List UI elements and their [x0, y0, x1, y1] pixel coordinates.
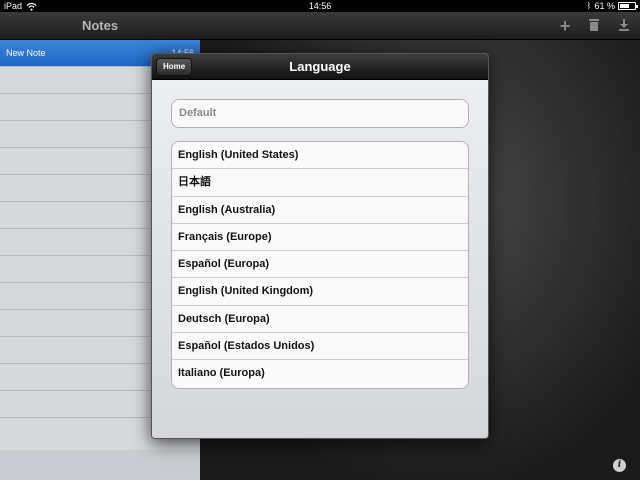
status-bar: iPad 14:56 ᛒ 61 %: [0, 0, 640, 12]
popover-header: Language Home: [152, 54, 488, 80]
trash-icon[interactable]: [586, 18, 602, 35]
bluetooth-icon: ᛒ: [586, 1, 592, 10]
language-popover: Language Home Default English (United St…: [151, 53, 489, 439]
language-item[interactable]: 日本語: [172, 169, 468, 197]
info-icon[interactable]: i: [613, 459, 626, 472]
home-button[interactable]: Home: [156, 58, 193, 76]
language-item[interactable]: Deutsch (Europa): [172, 306, 468, 334]
download-icon[interactable]: [616, 18, 632, 35]
note-title: New Note: [6, 48, 46, 58]
language-item[interactable]: English (United States): [172, 142, 468, 170]
battery-percent: 61 %: [594, 1, 615, 11]
notes-title: Notes: [81, 18, 119, 33]
language-item[interactable]: English (United Kingdom): [172, 278, 468, 306]
language-list: English (United States) 日本語 English (Aus…: [171, 141, 469, 389]
default-language-field[interactable]: Default: [171, 99, 469, 128]
battery-icon: [618, 2, 638, 10]
detail-nav-bar: +: [200, 12, 640, 40]
language-item[interactable]: English (Australia): [172, 197, 468, 224]
language-item[interactable]: Italiano (Europa): [172, 360, 468, 387]
language-item[interactable]: Español (Estados Unidos): [172, 333, 468, 361]
notes-nav-bar: Notes: [0, 12, 200, 40]
language-item[interactable]: Français (Europe): [172, 224, 468, 252]
language-item[interactable]: Español (Europa): [172, 251, 468, 279]
popover-body: Default English (United States) 日本語 Engl…: [152, 80, 488, 438]
add-icon[interactable]: +: [557, 17, 573, 35]
popover-title: Language: [289, 59, 351, 74]
clock: 14:56: [308, 1, 332, 11]
